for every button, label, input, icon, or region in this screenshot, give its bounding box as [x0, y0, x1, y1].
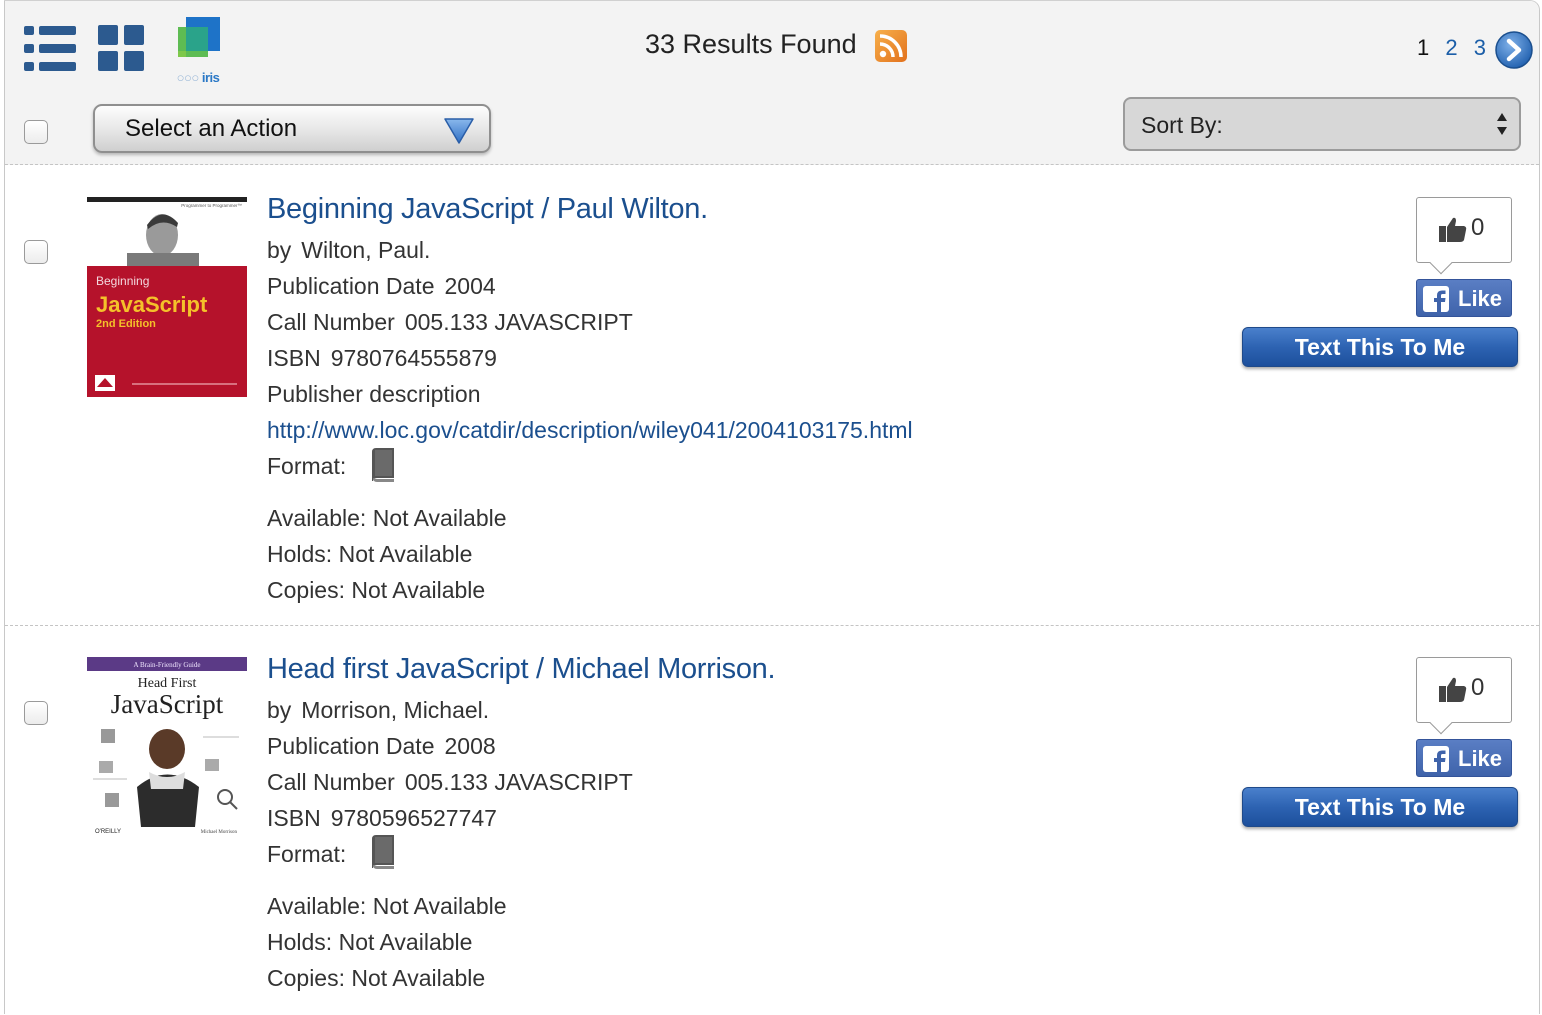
record-title-link[interactable]: Beginning JavaScript / Paul Wilton. — [267, 193, 708, 226]
record-format: Format: — [267, 841, 347, 867]
record-available: Available: Not Available — [267, 505, 507, 531]
record-publication-date: Publication Date 2004 — [267, 273, 496, 299]
like-count: 0 — [1471, 674, 1485, 701]
record-call-number: Call Number 005.133 JAVASCRIPT — [267, 309, 633, 335]
list-view-icon[interactable] — [24, 24, 76, 74]
cover-line1: Beginning — [96, 274, 149, 288]
page-link-2[interactable]: 2 — [1445, 35, 1457, 60]
result-record: A Brain-Friendly Guide Head First JavaSc… — [5, 626, 1539, 1015]
facebook-like-button[interactable]: Like — [1416, 279, 1512, 317]
text-this-to-me-button[interactable]: Text This To Me — [1242, 327, 1518, 367]
cover-tagline: A Brain-Friendly Guide — [134, 661, 201, 669]
record-isbn: ISBN 9780764555879 — [267, 345, 497, 371]
rss-icon[interactable] — [875, 30, 907, 62]
like-count-tail — [1429, 711, 1453, 735]
results-toolbar: ○○○ iris 33 Results Found 1 2 3 Select a… — [5, 1, 1539, 165]
cover-line2: JavaScript — [111, 689, 224, 719]
cover-publisher: O'REILLY — [95, 829, 121, 835]
record-title-link[interactable]: Head first JavaScript / Michael Morrison… — [267, 653, 776, 686]
iris-logo-mark — [178, 17, 220, 57]
cover-publisher: WROX — [99, 391, 112, 396]
text-this-to-me-button[interactable]: Text This To Me — [1242, 787, 1518, 827]
iris-logo[interactable]: ○○○ iris — [168, 15, 228, 85]
record-available: Available: Not Available — [267, 893, 507, 919]
page-current: 1 — [1417, 35, 1430, 60]
book-icon — [372, 835, 394, 869]
record-description-link[interactable]: http://www.loc.gov/catdir/description/wi… — [267, 417, 913, 444]
cover-line3: 2nd Edition — [96, 318, 156, 330]
record-checkbox[interactable] — [24, 701, 48, 725]
like-count-tail — [1429, 251, 1453, 275]
book-cover[interactable]: Programmer to Programmer™ Beginning Java… — [87, 197, 247, 397]
iris-logo-text: ○○○ iris — [176, 70, 220, 85]
cover-author: Michael Morrison — [201, 830, 238, 835]
record-checkbox[interactable] — [24, 240, 48, 264]
dropdown-arrow-icon — [444, 118, 474, 144]
record-holds: Holds: Not Available — [267, 929, 473, 955]
record-isbn: ISBN 9780596527747 — [267, 805, 497, 831]
results-panel: ○○○ iris 33 Results Found 1 2 3 Select a… — [4, 0, 1540, 1014]
thumbs-up-icon — [1439, 217, 1467, 242]
record-call-number: Call Number 005.133 JAVASCRIPT — [267, 769, 633, 795]
record-author: by Wilton, Paul. — [267, 237, 431, 263]
grid-view-icon[interactable] — [97, 24, 147, 74]
book-cover-art: Programmer to Programmer™ Beginning Java… — [87, 197, 247, 397]
result-record: Programmer to Programmer™ Beginning Java… — [5, 165, 1539, 626]
sort-arrows-icon — [1497, 113, 1507, 135]
record-publisher-description: Publisher description — [267, 381, 481, 407]
page-link-3[interactable]: 3 — [1474, 35, 1486, 60]
facebook-like-button[interactable]: Like — [1416, 739, 1512, 777]
results-count: 33 Results Found — [645, 29, 857, 59]
record-format: Format: — [267, 453, 347, 479]
like-count-box: 0 — [1416, 657, 1512, 735]
record-author: by Morrison, Michael. — [267, 697, 490, 723]
thumbs-up-icon — [1439, 677, 1467, 702]
facebook-like-label: Like — [1458, 286, 1503, 311]
record-holds: Holds: Not Available — [267, 541, 473, 567]
book-icon — [372, 448, 394, 482]
sort-select-label: Sort By: — [1141, 112, 1223, 138]
record-copies: Copies: Not Available — [267, 965, 486, 991]
facebook-f-icon — [1423, 286, 1449, 312]
pagination: 1 2 3 — [1417, 35, 1496, 61]
select-all-checkbox[interactable] — [24, 120, 48, 144]
action-select-label: Select an Action — [125, 115, 298, 142]
sort-select[interactable]: Sort By: — [1123, 97, 1521, 151]
like-count: 0 — [1471, 214, 1485, 241]
facebook-f-icon — [1423, 746, 1449, 772]
action-select[interactable]: Select an Action — [93, 104, 491, 153]
like-count-box: 0 — [1416, 197, 1512, 275]
cover-tagline: Programmer to Programmer™ — [181, 203, 242, 208]
cover-line2: JavaScript — [96, 292, 208, 317]
book-cover[interactable]: A Brain-Friendly Guide Head First JavaSc… — [87, 657, 247, 841]
next-page-icon[interactable] — [1494, 30, 1534, 70]
record-publication-date: Publication Date 2008 — [267, 733, 496, 759]
record-copies: Copies: Not Available — [267, 577, 486, 603]
facebook-like-label: Like — [1458, 746, 1503, 771]
book-cover-art: A Brain-Friendly Guide Head First JavaSc… — [87, 657, 247, 841]
